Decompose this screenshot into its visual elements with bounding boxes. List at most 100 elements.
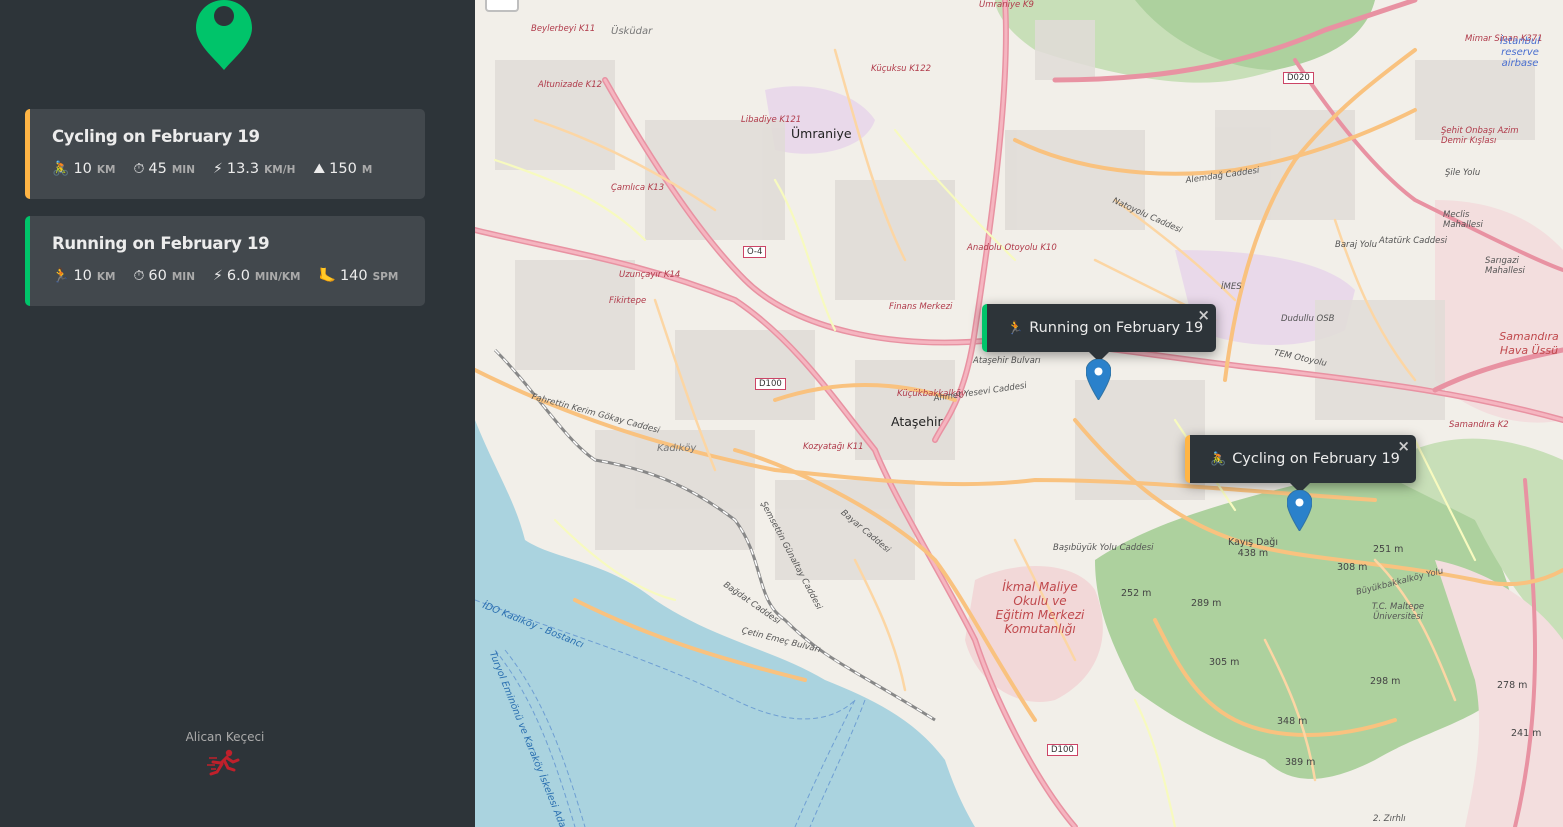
label-kayis-dagi: Kayış Dağı 438 m xyxy=(1228,537,1278,559)
running-popup[interactable]: 🏃 Running on February 19 × xyxy=(982,304,1216,352)
label-atasehir: Ataşehir xyxy=(891,414,943,429)
label-meclis: Meclis Mahallesi xyxy=(1443,210,1483,230)
workout-card-running[interactable]: Running on February 19 🏃 10 km ⏱ 60 min ⚡ 6.0 min… xyxy=(25,216,425,306)
close-icon[interactable]: × xyxy=(1397,437,1410,455)
workout-detail: 🦶 140 spm xyxy=(319,268,399,284)
workout-unit: km xyxy=(96,164,116,176)
map-tiles[interactable] xyxy=(475,0,1563,827)
label-anadolu-otoyolu: Anadolu Otoyolu K10 xyxy=(967,243,1057,253)
label-sile-yolu: Şile Yolu xyxy=(1445,168,1481,178)
workout-value: 10 xyxy=(73,161,92,177)
workout-title: Cycling on February 19 xyxy=(52,127,260,146)
workout-value: 13.3 xyxy=(226,161,260,177)
workout-unit: min xyxy=(171,164,196,176)
label-tc-maltepe: T.C. Maltepe Üniversitesi xyxy=(1371,602,1425,622)
label-beylerbeyi: Beylerbeyi K11 xyxy=(531,24,596,34)
map-marker-running-icon[interactable] xyxy=(1086,359,1111,400)
map[interactable]: Ümraniye Ataşehir Kadıköy Üsküdar Beyler… xyxy=(475,0,1563,827)
stopwatch-icon: ⏱ xyxy=(133,161,145,177)
workout-detail: 🚴 10 km xyxy=(52,161,115,177)
label-peak-278: 278 m xyxy=(1497,680,1528,691)
workout-unit: km/h xyxy=(264,164,296,176)
lightning-icon: ⚡ xyxy=(213,161,223,177)
label-umraniye-k9: Ümraniye K9 xyxy=(979,0,1034,10)
copyright: Alican Keçeci xyxy=(185,730,265,744)
workout-value: 140 xyxy=(339,268,368,284)
workout-details: 🚴 10 km ⏱ 45 min ⚡ 13.3 km/h ⛰ 150 m xyxy=(52,161,390,177)
workout-value: 150 xyxy=(329,161,357,177)
label-d020: D020 xyxy=(1283,72,1314,84)
label-peak-308: 308 m xyxy=(1337,562,1368,573)
cyclist-icon: 🚴 xyxy=(52,161,70,177)
label-kucuksu: Küçuksu K122 xyxy=(871,64,932,74)
workout-unit: m xyxy=(361,164,373,176)
label-fikirtepe: Fikirtepe xyxy=(609,296,647,306)
workout-detail: ⏱ 60 min xyxy=(133,268,195,284)
sidebar: Cycling on February 19 🚴 10 km ⏱ 45 min ⚡ 13.3 km… xyxy=(0,0,475,827)
label-peak-298: 298 m xyxy=(1370,676,1401,687)
label-atasehir-bulvari: Ataşehir Bulvarı xyxy=(973,356,1041,366)
runner-icon: 🏃 xyxy=(1007,320,1024,336)
label-altunizade: Altunizade K12 xyxy=(538,80,603,90)
workout-unit: min/km xyxy=(254,271,301,283)
popup-label: Running on February 19 xyxy=(1029,320,1204,336)
workout-detail: ⚡ 6.0 min/km xyxy=(213,268,300,284)
popup-label: Cycling on February 19 xyxy=(1232,451,1400,467)
workout-unit: spm xyxy=(372,271,399,283)
label-airbase: İstanbul reserve airbase xyxy=(1499,36,1540,69)
mountain-icon: ⛰ xyxy=(313,161,326,177)
label-umraniye: Ümraniye xyxy=(791,126,852,141)
workout-detail: ⚡ 13.3 km/h xyxy=(213,161,295,177)
label-uskudar: Üsküdar xyxy=(611,26,653,37)
label-sehit-kislasi: Şehit Onbaşı Azim Demir Kışlası xyxy=(1441,126,1519,146)
workout-value: 45 xyxy=(148,161,167,177)
map-pin-logo-icon xyxy=(196,0,252,70)
label-peak-348: 348 m xyxy=(1277,716,1308,727)
workout-detail: 🏃 10 km xyxy=(52,268,115,284)
label-zirhli: 2. Zırhlı xyxy=(1373,814,1406,824)
workout-detail: ⏱ 45 min xyxy=(133,161,195,177)
label-peak-252: 252 m xyxy=(1121,588,1152,599)
label-basibuyuk-yolu: Başıbüyük Yolu Caddesi xyxy=(1053,543,1154,553)
close-icon[interactable]: × xyxy=(1197,306,1210,324)
label-kozyatagi: Kozyatağı K11 xyxy=(803,442,864,452)
label-o4: O-4 xyxy=(743,246,767,258)
map-marker-cycling-icon[interactable] xyxy=(1287,490,1312,531)
workout-value: 6.0 xyxy=(226,268,250,284)
workout-details: 🏃 10 km ⏱ 60 min ⚡ 6.0 min/km 🦶 140 spm xyxy=(52,268,416,284)
label-libadiye: Libadiye K121 xyxy=(741,115,802,125)
cyclist-icon: 🚴 xyxy=(1210,451,1227,467)
workout-card-cycling[interactable]: Cycling on February 19 🚴 10 km ⏱ 45 min ⚡ 13.3 km… xyxy=(25,109,425,199)
label-peak-241: 241 m xyxy=(1511,728,1542,739)
foot-icon: 🦶 xyxy=(318,268,336,284)
running-man-logo-icon xyxy=(207,749,240,776)
workout-unit: min xyxy=(171,271,196,283)
label-peak-389: 389 m xyxy=(1285,757,1316,768)
label-finans-merkezi: Finans Merkezi xyxy=(889,302,953,312)
label-samandira-hava: Samandıra Hava Üssü xyxy=(1499,330,1559,357)
lightning-icon: ⚡ xyxy=(213,268,223,284)
label-baraj-yolu: Baraj Yolu xyxy=(1335,240,1378,250)
label-peak-305: 305 m xyxy=(1209,657,1240,668)
zoom-control[interactable] xyxy=(485,0,519,12)
workout-unit: km xyxy=(96,271,116,283)
label-dudullu: Dudullu OSB xyxy=(1281,314,1335,324)
label-sarigazi: Sarıgazi Mahallesi xyxy=(1485,256,1525,276)
workout-detail: ⛰ 150 m xyxy=(313,161,372,177)
workout-value: 10 xyxy=(73,268,92,284)
label-samandira-k2: Samandıra K2 xyxy=(1449,420,1509,430)
runner-icon: 🏃 xyxy=(52,268,70,284)
label-peak-251: 251 m xyxy=(1373,544,1404,555)
label-ataturk-caddesi: Atatürk Caddesi xyxy=(1379,236,1448,246)
label-uzuncayir: Uzunçayır K14 xyxy=(619,270,681,280)
label-ikmal-maliye: İkmal Maliye Okulu ve Eğitim Merkezi Kom… xyxy=(995,580,1085,636)
workout-value: 60 xyxy=(148,268,167,284)
label-peak-289: 289 m xyxy=(1191,598,1222,609)
stopwatch-icon: ⏱ xyxy=(133,268,145,284)
label-camlica: Çamlıca K13 xyxy=(611,183,665,193)
label-kadikoy: Kadıköy xyxy=(657,443,697,454)
label-d100: D100 xyxy=(755,378,786,390)
workout-title: Running on February 19 xyxy=(52,234,270,253)
cycling-popup[interactable]: 🚴 Cycling on February 19 × xyxy=(1185,435,1416,483)
label-imes: İMES xyxy=(1221,282,1242,292)
